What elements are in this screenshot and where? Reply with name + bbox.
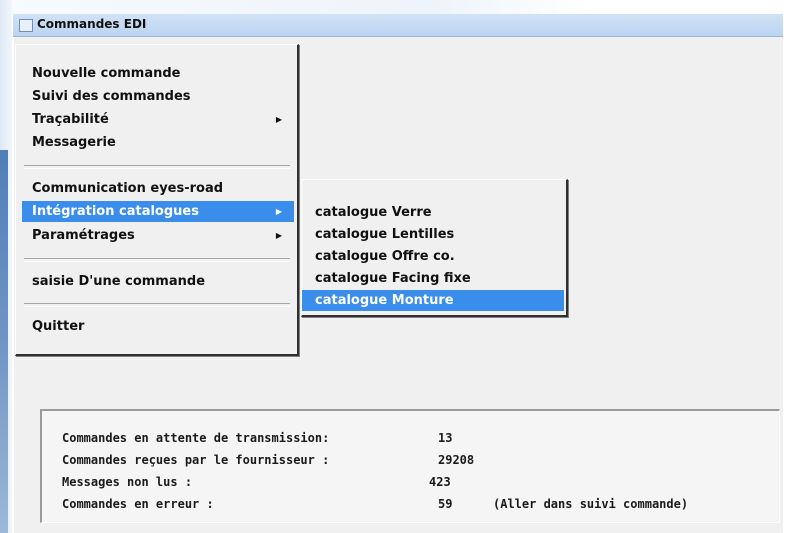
desktop-backdrop [0,0,787,14]
status-note-errors: (Aller dans suivi commande) [493,497,689,511]
status-label-errors: Commandes en erreur : [62,497,214,511]
submenu-item-label: catalogue Lentilles [315,227,455,242]
menu-separator [24,258,290,262]
submenu-item-label: catalogue Facing fixe [315,271,471,286]
main-menu: Nouvelle commande Suivi des commandes Tr… [15,44,299,356]
submenu-item-catalog-offer[interactable]: catalogue Offre co. [302,246,564,267]
status-value-errors: 59 [438,497,453,511]
menu-item-label: Traçabilité [32,112,109,127]
submenu-item-catalog-frame[interactable]: catalogue Monture [302,290,564,311]
menu-item-label: Suivi des commandes [32,89,191,104]
menu-item-new-order[interactable]: Nouvelle commande [22,63,294,84]
status-label-pending: Commandes en attente de transmission: [62,431,330,445]
menu-item-label: Communication eyes-road [32,181,224,196]
menu-item-eyes-road-communication[interactable]: Communication eyes-road [22,178,294,199]
menu-item-label: Intégration catalogues [32,204,199,219]
status-label-received: Commandes reçues par le fournisseur : [62,453,330,467]
menu-item-settings[interactable]: Paramétrages ▶ [22,225,294,246]
menu-item-quit[interactable]: Quitter [22,316,294,337]
menu-separator [24,303,290,307]
status-value-unread: 423 [429,475,451,489]
menu-item-order-tracking[interactable]: Suivi des commandes [22,86,294,107]
status-value-pending: 13 [438,431,453,445]
menu-item-label: saisie D'une commande [32,274,206,289]
submenu-arrow-icon: ▶ [275,207,282,216]
menu-item-messaging[interactable]: Messagerie [22,132,294,153]
menu-item-label: Nouvelle commande [32,66,181,81]
menu-item-order-entry[interactable]: saisie D'une commande [22,271,294,292]
window-icon[interactable] [19,19,33,32]
menu-item-catalog-integration[interactable]: Intégration catalogues ▶ [22,201,294,222]
order-status-panel: Commandes en attente de transmission: 13… [40,409,780,523]
menu-item-label: Messagerie [32,135,116,150]
submenu-arrow-icon: ▶ [275,231,282,240]
menu-item-traceability[interactable]: Traçabilité ▶ [22,109,294,130]
submenu-item-catalog-lenses[interactable]: catalogue Lentilles [302,224,564,245]
catalog-submenu: catalogue Verre catalogue Lentilles cata… [301,179,568,317]
menu-item-label: Paramétrages [32,228,135,243]
window-title: Commandes EDI [37,17,147,31]
status-label-unread: Messages non lus : [62,475,193,489]
desktop-accent-streak [0,150,8,533]
submenu-item-catalog-glass[interactable]: catalogue Verre [302,202,564,223]
submenu-item-label: catalogue Monture [315,293,454,308]
submenu-item-catalog-facing[interactable]: catalogue Facing fixe [302,268,564,289]
submenu-item-label: catalogue Verre [315,205,432,220]
window-titlebar[interactable]: Commandes EDI [13,14,783,37]
submenu-item-label: catalogue Offre co. [315,249,455,264]
menu-separator [24,165,290,169]
status-value-received: 29208 [438,453,475,467]
menu-item-label: Quitter [32,319,85,334]
submenu-arrow-icon: ▶ [275,115,282,124]
